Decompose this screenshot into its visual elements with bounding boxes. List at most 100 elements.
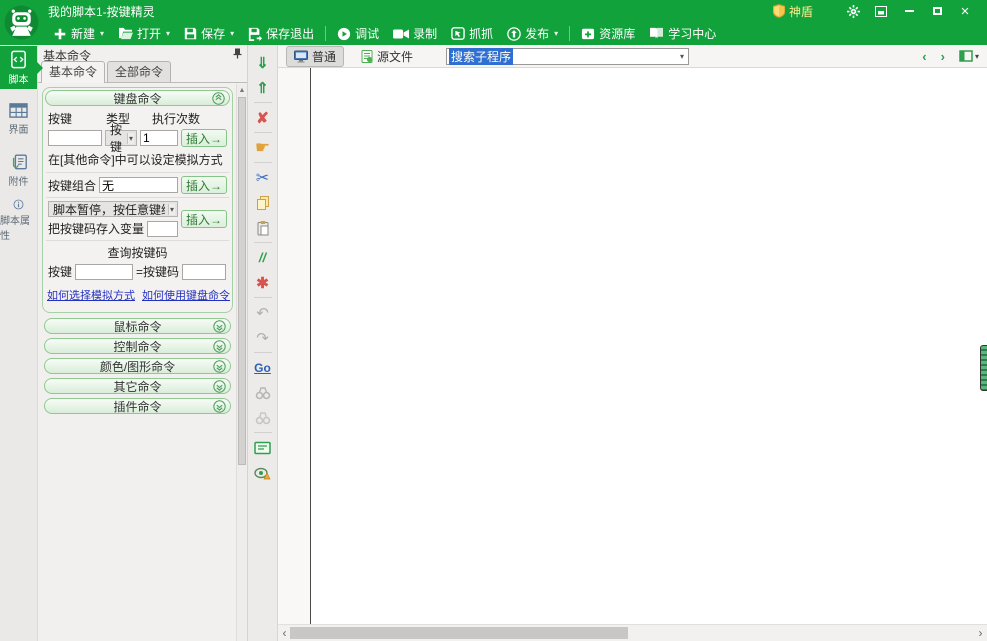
save-button[interactable]: 保存 ▾ xyxy=(177,23,241,44)
resource-library-button[interactable]: 资源库 xyxy=(574,23,642,44)
select-block-icon[interactable] xyxy=(251,436,275,459)
minimize-button[interactable] xyxy=(895,1,923,21)
comment-icon[interactable]: // xyxy=(251,246,275,269)
count-input[interactable] xyxy=(140,130,178,146)
redo-icon[interactable]: ↷ xyxy=(251,326,275,349)
store-keycode-input[interactable] xyxy=(147,221,178,237)
side-panel-handle[interactable] xyxy=(980,345,987,391)
other-section-header[interactable]: 其它命令 xyxy=(44,378,231,394)
chevron-down-icon: ▾ xyxy=(100,29,104,38)
plugin-section-header[interactable]: 插件命令 xyxy=(44,398,231,414)
goto-line-icon[interactable]: Go xyxy=(251,356,275,379)
chevron-down-icon: ▾ xyxy=(127,133,134,144)
key-input[interactable] xyxy=(48,130,102,146)
expand-icon xyxy=(213,340,226,356)
key-combo-label: 按键组合 xyxy=(48,177,96,194)
tab-normal-view[interactable]: 普通 xyxy=(286,46,344,67)
publish-button[interactable]: 发布 ▾ xyxy=(500,23,565,44)
link-simulation-help[interactable]: 如何选择模拟方式 xyxy=(47,287,135,303)
uncomment-icon[interactable]: ✱ xyxy=(251,271,275,294)
layout-switch-button[interactable]: ▾ xyxy=(959,50,979,62)
color-graphics-section-header[interactable]: 颜色/图形命令 xyxy=(44,358,231,374)
pause-mode-select[interactable]: 脚本暂停，按任意键继续 ▾ xyxy=(48,201,178,217)
move-down-icon[interactable]: ⇓ xyxy=(251,51,275,74)
attachment-icon xyxy=(10,152,28,171)
find-icon[interactable] xyxy=(251,381,275,404)
capture-button[interactable]: 抓抓 xyxy=(444,23,500,44)
section-title: 插件命令 xyxy=(113,398,161,415)
video-camera-icon xyxy=(393,28,409,40)
tab-all-commands[interactable]: 全部命令 xyxy=(107,61,171,82)
save-icon xyxy=(184,27,197,40)
shield-label: 神盾 xyxy=(789,3,813,20)
tab-basic-commands[interactable]: 基本命令 xyxy=(41,61,105,83)
settings-button[interactable] xyxy=(839,1,867,21)
pin-button[interactable] xyxy=(233,48,242,62)
maximize-icon xyxy=(933,7,942,15)
scroll-up-arrow[interactable]: ▲ xyxy=(237,84,247,96)
maximize-button[interactable] xyxy=(923,1,951,21)
paste-icon[interactable] xyxy=(251,216,275,239)
section-title: 鼠标命令 xyxy=(113,318,161,335)
capture-icon xyxy=(451,27,465,40)
subroutine-search-combobox[interactable]: 搜索子程序 ▾ xyxy=(446,48,689,65)
sidebar-item-attachment[interactable]: 附件 xyxy=(0,148,37,191)
record-button[interactable]: 录制 xyxy=(386,23,444,44)
sidebar-item-interface[interactable]: 界面 xyxy=(0,97,37,140)
key-combo-input[interactable] xyxy=(99,177,178,193)
panel-scrollbar[interactable]: ▲ xyxy=(236,84,247,641)
chevron-down-icon: ▾ xyxy=(168,204,175,215)
tab-source-file[interactable]: 源文件 xyxy=(354,47,420,66)
drag-hand-icon[interactable]: ☛ xyxy=(251,136,275,159)
query-key-label: 按键 xyxy=(48,263,72,280)
scrollbar-thumb[interactable] xyxy=(238,97,246,465)
insert-combo-button[interactable]: 插入→ xyxy=(181,176,227,194)
toolbar-divider xyxy=(325,26,326,41)
collapse-icon[interactable] xyxy=(212,92,225,108)
sidebar-item-properties[interactable]: 脚本属性 xyxy=(0,199,37,242)
copy-icon[interactable] xyxy=(251,191,275,214)
sidebar-item-script[interactable]: 脚本 xyxy=(0,46,37,89)
shield-icon xyxy=(773,4,785,18)
query-keycode-title: 查询按键码 xyxy=(45,244,230,261)
close-button[interactable]: × xyxy=(951,1,979,21)
code-editor[interactable] xyxy=(278,68,987,624)
navigate-back-button[interactable]: ‹ xyxy=(922,49,926,64)
sidebar-item-label: 脚本 xyxy=(9,71,29,86)
keyboard-section-header[interactable]: 键盘命令 xyxy=(45,90,230,106)
type-select[interactable]: 按键 ▾ xyxy=(105,130,137,146)
expand-icon xyxy=(213,320,226,336)
control-section-header[interactable]: 控制命令 xyxy=(44,338,231,354)
undo-icon[interactable]: ↶ xyxy=(251,301,275,324)
find-next-icon[interactable] xyxy=(251,406,275,429)
resource-box-icon xyxy=(581,27,595,40)
cut-icon[interactable]: ✂ xyxy=(251,166,275,189)
main-area: 普通 源文件 搜索子程序 ▾ ‹ › xyxy=(278,45,987,641)
tab-label: 全部命令 xyxy=(115,65,163,79)
monitor-icon xyxy=(294,50,308,63)
shield-button[interactable]: 神盾 xyxy=(773,3,813,20)
syntax-check-icon[interactable] xyxy=(251,461,275,484)
gear-icon xyxy=(847,5,860,18)
learning-center-button[interactable]: 学习中心 xyxy=(642,23,723,44)
mini-mode-button[interactable] xyxy=(867,1,895,21)
query-key-input[interactable] xyxy=(75,264,133,280)
delete-line-icon[interactable]: ✘ xyxy=(251,106,275,129)
move-up-icon[interactable]: ⇑ xyxy=(251,76,275,99)
simulation-hint: 在[其他命令]中可以设定模拟方式 xyxy=(48,151,227,168)
insert-key-button[interactable]: 插入→ xyxy=(181,129,227,147)
navigate-forward-button[interactable]: › xyxy=(941,49,945,64)
editor-margin-line xyxy=(310,68,311,624)
scrollbar-thumb[interactable] xyxy=(290,627,628,639)
insert-pause-button[interactable]: 插入→ xyxy=(181,210,227,228)
save-exit-button[interactable]: 保存退出 xyxy=(241,23,321,44)
open-button[interactable]: 打开 ▾ xyxy=(111,23,177,44)
scroll-right-arrow[interactable]: › xyxy=(974,625,987,641)
mouse-section-header[interactable]: 鼠标命令 xyxy=(44,318,231,334)
debug-button[interactable]: 调试 xyxy=(330,23,386,44)
new-button[interactable]: 新建 ▾ xyxy=(46,23,111,44)
info-icon xyxy=(9,199,28,210)
link-keyboard-help[interactable]: 如何使用键盘命令 xyxy=(142,287,230,303)
horizontal-scrollbar[interactable]: ‹ › xyxy=(278,624,987,641)
query-code-input[interactable] xyxy=(182,264,226,280)
